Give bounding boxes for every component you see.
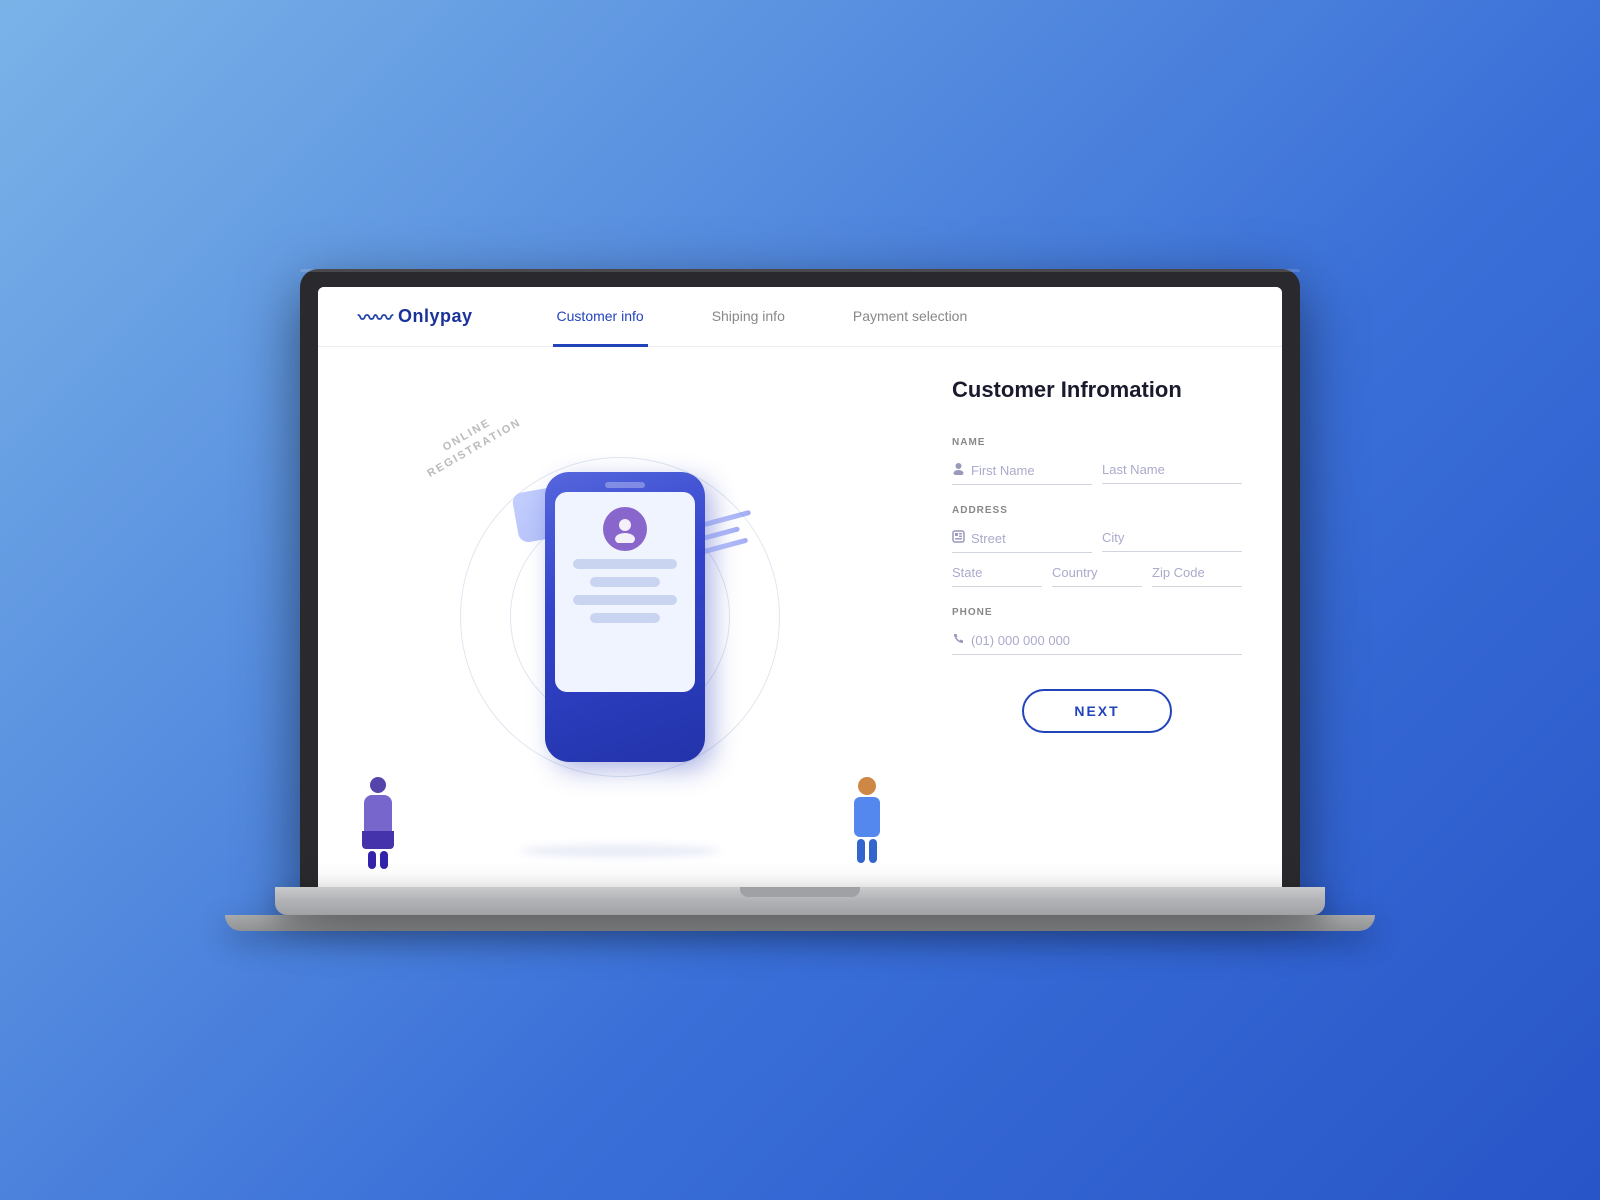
phone-icon: [952, 632, 965, 648]
logo-text: Onlypay: [398, 306, 473, 327]
name-section-label: NAME: [952, 437, 1242, 448]
zip-input-group: [1152, 559, 1242, 587]
woman-leg-l: [368, 851, 376, 869]
woman-body: [364, 795, 392, 831]
woman-leg-r: [380, 851, 388, 869]
form-title: Customer Infromation: [952, 377, 1242, 403]
street-input-group: [952, 524, 1092, 553]
phone-avatar: [603, 507, 647, 551]
city-input[interactable]: [1102, 530, 1242, 545]
street-wrapper: [952, 524, 1092, 553]
phone-wrapper: [952, 626, 1242, 655]
app-header: 〰〰 Onlypay Customer info Shiping info Pa…: [318, 287, 1282, 347]
woman-head: [370, 777, 386, 793]
laptop-container: 〰〰 Onlypay Customer info Shiping info Pa…: [275, 269, 1325, 931]
laptop-screen: 〰〰 Onlypay Customer info Shiping info Pa…: [318, 287, 1282, 887]
phone-row: [952, 626, 1242, 655]
person-woman: [348, 777, 408, 867]
country-input-group: [1052, 559, 1142, 587]
phone-input-group: [952, 626, 1242, 655]
zip-input[interactable]: [1152, 565, 1242, 580]
phone-section-label: PHONE: [952, 607, 1242, 618]
last-name-wrapper: [1102, 456, 1242, 485]
woman-skirt: [362, 831, 394, 849]
city-input-group: [1102, 524, 1242, 552]
logo-area: 〰〰 Onlypay: [358, 304, 473, 330]
address-icon: [952, 530, 965, 546]
phone-line-3: [573, 595, 677, 605]
man-leg-r: [869, 839, 877, 863]
person-man: [842, 777, 892, 877]
laptop-base: [275, 887, 1325, 915]
phone-illustration: [525, 457, 745, 777]
logo-icon: 〰〰: [358, 304, 392, 330]
state-input[interactable]: [952, 565, 1042, 580]
city-wrapper: [1102, 524, 1242, 553]
man-head: [858, 777, 876, 795]
app-content: ONLINE REGISTRATION: [318, 347, 1282, 887]
tab-shipping-info[interactable]: Shiping info: [708, 288, 789, 347]
street-city-row: [952, 524, 1242, 553]
phone-screen: [555, 492, 695, 692]
name-field-row: [952, 456, 1242, 485]
laptop-bottom: [225, 915, 1375, 931]
first-name-wrapper: [952, 456, 1092, 485]
tab-payment-selection[interactable]: Payment selection: [849, 288, 971, 347]
man-legs: [842, 839, 892, 863]
state-wrapper: [952, 559, 1042, 587]
state-input-group: [952, 559, 1042, 587]
phone-notch: [605, 482, 645, 488]
phone-input[interactable]: [971, 633, 1242, 648]
first-name-input[interactable]: [971, 463, 1092, 478]
state-country-zip-row: [952, 559, 1242, 587]
screen-bezel: 〰〰 Onlypay Customer info Shiping info Pa…: [300, 269, 1300, 887]
last-name-input-group: [1102, 456, 1242, 484]
zip-wrapper: [1152, 559, 1242, 587]
first-name-input-group: [952, 456, 1092, 485]
address-section-label: ADDRESS: [952, 505, 1242, 516]
country-wrapper: [1052, 559, 1142, 587]
form-panel: Customer Infromation NAME: [922, 347, 1282, 887]
shadow-ellipse: [520, 845, 720, 857]
illustration-panel: ONLINE REGISTRATION: [318, 347, 922, 887]
man-body: [854, 797, 880, 837]
last-name-input[interactable]: [1102, 462, 1242, 477]
woman-legs: [348, 851, 408, 869]
person-icon: [952, 462, 965, 478]
country-input[interactable]: [1052, 565, 1142, 580]
street-input[interactable]: [971, 531, 1092, 546]
nav-tabs: Customer info Shiping info Payment selec…: [553, 287, 972, 346]
next-button[interactable]: NEXT: [1022, 689, 1171, 733]
phone-line-2: [590, 577, 660, 587]
arc-text: ONLINE REGISTRATION: [417, 402, 524, 482]
tab-customer-info[interactable]: Customer info: [553, 288, 648, 347]
phone-body: [545, 472, 705, 762]
man-leg-l: [857, 839, 865, 863]
phone-line-1: [573, 559, 677, 569]
phone-line-4: [590, 613, 660, 623]
